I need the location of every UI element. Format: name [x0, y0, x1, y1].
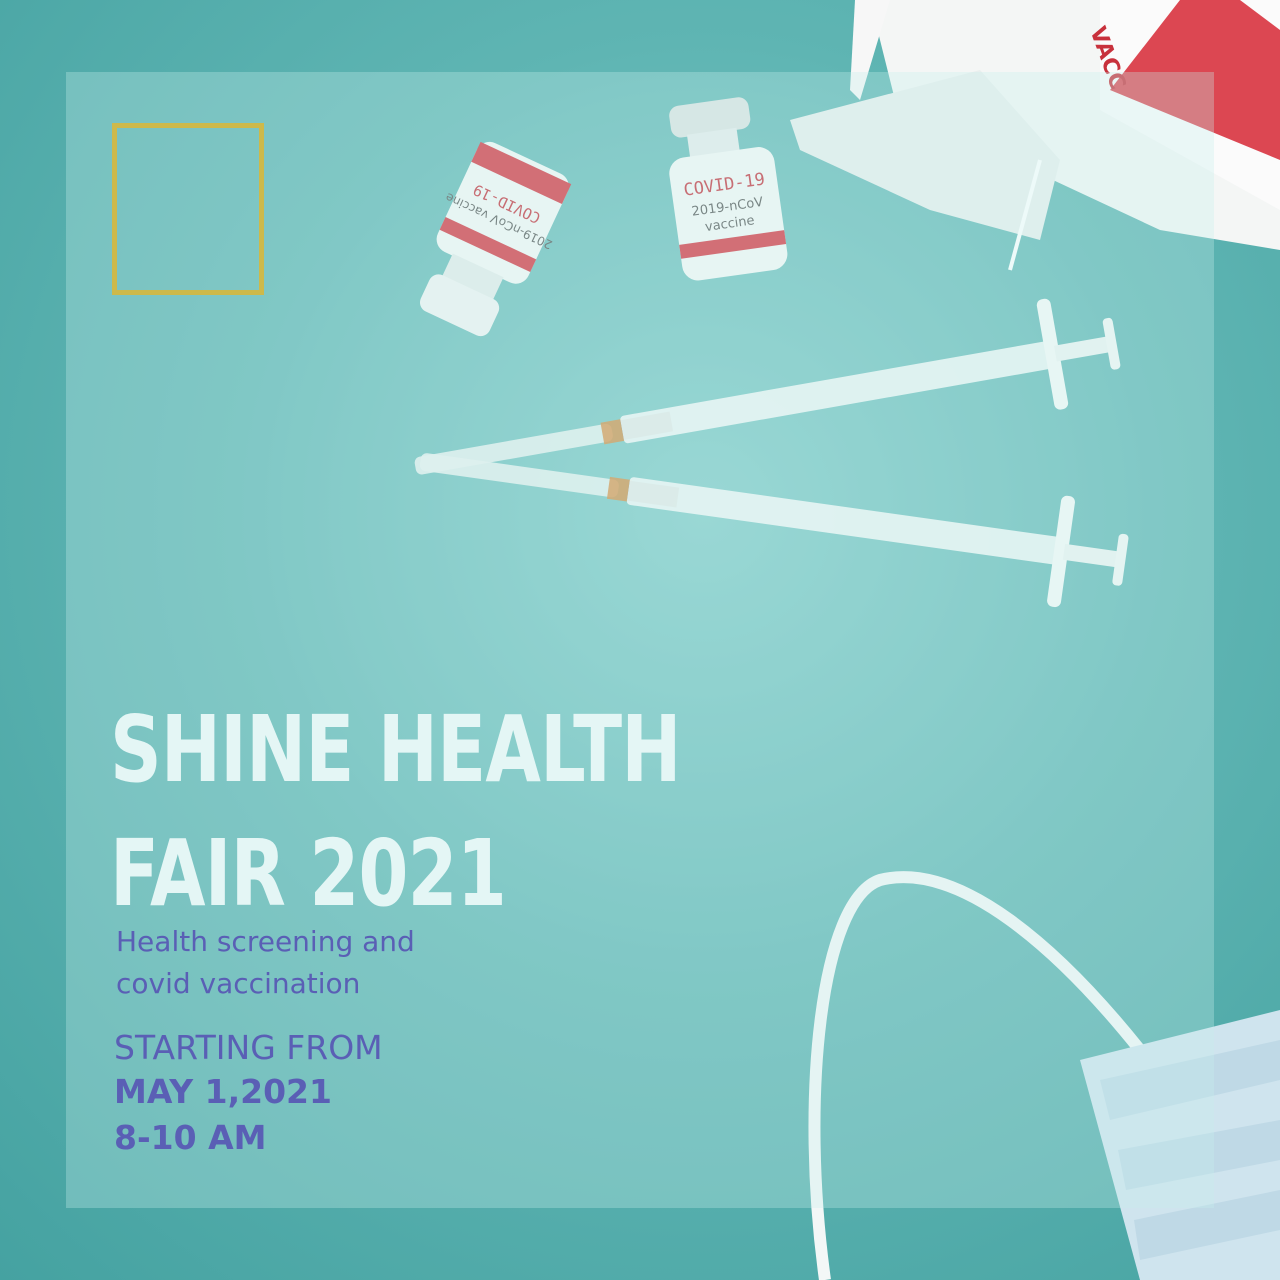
event-date: MAY 1,2021	[114, 1072, 332, 1111]
gold-frame-decoration	[112, 123, 264, 295]
headline-line-1: SHINE HEALTH	[110, 696, 681, 803]
subtitle-line-1: Health screening and	[116, 925, 415, 958]
event-time: 8-10 AM	[114, 1118, 267, 1157]
subtitle-line-2: covid vaccination	[116, 967, 361, 1000]
event-headline: SHINE HEALTH FAIR 2021	[110, 688, 681, 936]
starting-from-label: STARTING FROM	[114, 1028, 383, 1067]
headline-line-2: FAIR 2021	[110, 820, 507, 927]
event-subtitle: Health screening and covid vaccination	[116, 921, 496, 1005]
